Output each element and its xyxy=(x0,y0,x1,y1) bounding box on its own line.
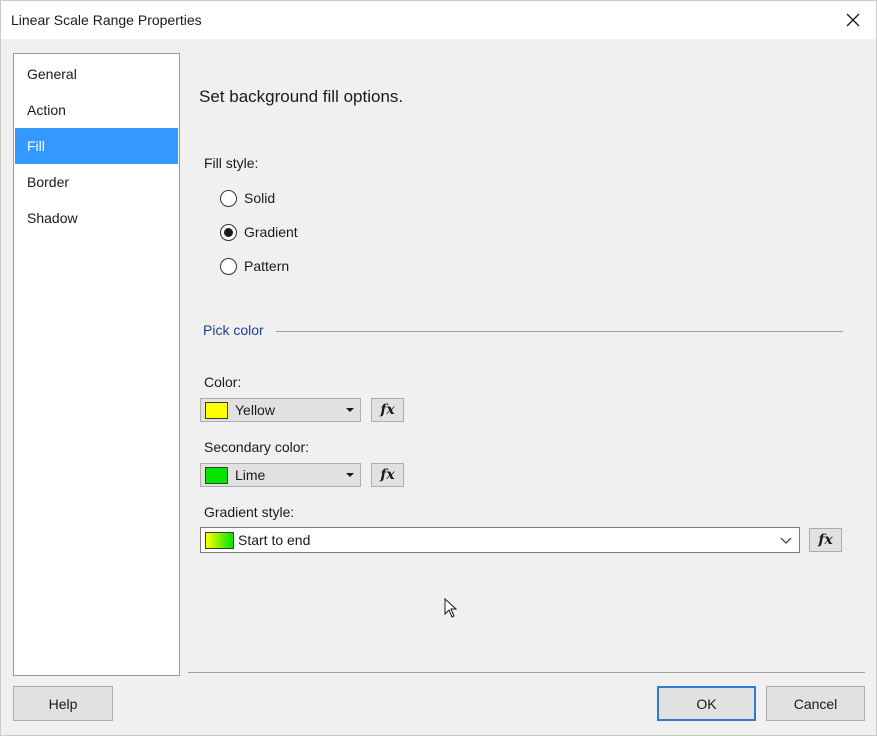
gradient-style-dropdown[interactable]: Start to end xyxy=(200,527,800,553)
secondary-color-label: Secondary color: xyxy=(204,439,310,455)
radio-solid-button[interactable] xyxy=(220,189,237,207)
radio-solid[interactable]: Solid xyxy=(220,187,275,209)
group-divider xyxy=(276,331,843,332)
fx-icon: fx xyxy=(380,467,395,483)
color-dropdown[interactable]: Yellow xyxy=(200,398,361,422)
secondary-color-dropdown[interactable]: Lime xyxy=(200,463,361,487)
radio-pattern-button[interactable] xyxy=(220,257,237,275)
dialog-title: Linear Scale Range Properties xyxy=(11,12,202,28)
radio-gradient-label: Gradient xyxy=(244,224,298,240)
lime-swatch xyxy=(205,466,228,484)
radio-solid-label: Solid xyxy=(244,190,276,206)
dropdown-arrow-icon xyxy=(346,473,354,477)
color-expression-button[interactable]: fx xyxy=(371,398,404,422)
secondary-color-dropdown-value: Lime xyxy=(235,467,266,483)
radio-gradient[interactable]: Gradient xyxy=(220,221,298,243)
fill-style-label: Fill style: xyxy=(204,155,259,171)
footer-divider xyxy=(188,672,865,673)
page-list: General Action Fill Border Shadow xyxy=(13,53,180,676)
properties-dialog: Linear Scale Range Properties General Ac… xyxy=(0,0,877,736)
page-heading: Set background fill options. xyxy=(199,87,404,106)
secondary-color-expression-button[interactable]: fx xyxy=(371,463,404,487)
nav-item-fill[interactable]: Fill xyxy=(15,128,178,164)
fx-icon: fx xyxy=(818,532,833,548)
color-label: Color: xyxy=(204,374,242,390)
nav-item-action[interactable]: Action xyxy=(15,92,178,128)
color-dropdown-value: Yellow xyxy=(235,402,275,418)
title-bar: Linear Scale Range Properties xyxy=(1,1,876,39)
gradient-swatch xyxy=(205,531,234,549)
radio-pattern-label: Pattern xyxy=(244,258,290,274)
yellow-swatch xyxy=(205,401,228,419)
nav-item-border[interactable]: Border xyxy=(15,164,178,200)
radio-gradient-button[interactable] xyxy=(220,223,237,241)
ok-button[interactable]: OK xyxy=(657,686,756,721)
gradient-style-expression-button[interactable]: fx xyxy=(809,528,842,552)
mouse-pointer-icon xyxy=(444,598,458,618)
cancel-button[interactable]: Cancel xyxy=(766,686,865,721)
fx-icon: fx xyxy=(380,402,395,418)
pick-color-group-title: Pick color xyxy=(203,322,264,338)
nav-item-general[interactable]: General xyxy=(15,56,178,92)
nav-item-shadow[interactable]: Shadow xyxy=(15,200,178,236)
close-button[interactable] xyxy=(830,1,876,39)
help-button[interactable]: Help xyxy=(13,686,113,721)
gradient-style-dropdown-value: Start to end xyxy=(238,532,311,548)
close-icon xyxy=(846,13,860,27)
radio-pattern[interactable]: Pattern xyxy=(220,255,289,277)
chevron-down-icon xyxy=(780,537,792,544)
dropdown-arrow-icon xyxy=(346,408,354,412)
gradient-style-label: Gradient style: xyxy=(204,504,295,520)
